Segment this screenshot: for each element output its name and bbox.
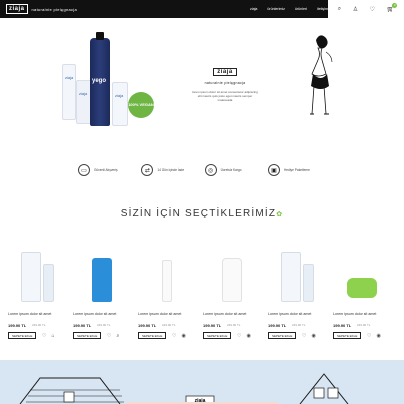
- nav-item-urunleri[interactable]: ürünleri: [295, 7, 307, 11]
- heart-icon[interactable]: ♡: [172, 333, 176, 339]
- heart-icon[interactable]: ♡: [367, 333, 371, 339]
- heart-icon[interactable]: ♡: [107, 333, 111, 339]
- hero-logo: ziaja: [213, 68, 237, 76]
- heart-icon[interactable]: ♡: [302, 333, 306, 339]
- heart-icon[interactable]: ♡: [370, 6, 375, 13]
- search-icon[interactable]: ⌕: [116, 333, 119, 339]
- product-image[interactable]: [268, 240, 326, 302]
- heart-icon[interactable]: ♡: [42, 333, 46, 339]
- product-old-price: 249.90 TL: [357, 323, 371, 327]
- hero-tube-3: ziaja: [112, 82, 128, 126]
- product-image[interactable]: [73, 240, 131, 302]
- product-name[interactable]: Lorem ipsum dolor sit amet: [203, 312, 261, 316]
- product-price: 199.90 TL: [203, 323, 222, 328]
- nav-item-iletisim[interactable]: iletişim: [317, 7, 328, 11]
- add-to-cart-button[interactable]: SEPETE EKLE: [203, 332, 232, 339]
- product-price: 199.90 TL: [268, 323, 287, 328]
- eye-icon[interactable]: ◉: [246, 333, 250, 339]
- header-logo[interactable]: ziaja: [6, 4, 28, 14]
- user-icon[interactable]: ♙: [353, 6, 358, 13]
- main-nav: ziaja ürünlerimiz ürünleri iletişim: [250, 0, 328, 18]
- add-to-cart-button[interactable]: SEPETE EKLE: [73, 332, 102, 339]
- bottom-banner: ziaja: [0, 360, 404, 404]
- product-image[interactable]: [8, 240, 66, 302]
- product-actions: ♡ ◉: [302, 333, 316, 339]
- add-to-cart-button[interactable]: SEPETE EKLE: [268, 332, 297, 339]
- truck-icon: ⇄: [141, 164, 154, 176]
- heart-icon[interactable]: ♡: [237, 333, 241, 339]
- product-price: 199.90 TL: [138, 323, 157, 328]
- eye-icon[interactable]: ◉: [311, 333, 315, 339]
- leaf-icon: ✿: [276, 211, 284, 218]
- feature-item: ▣ Hediye Paketleme: [267, 160, 328, 180]
- product-actions: ♡ ◉: [172, 333, 186, 339]
- product-image[interactable]: [333, 240, 391, 302]
- product-card[interactable]: Lorem ipsum dolor sit amet 199.90 TL 249…: [8, 240, 66, 348]
- product-old-price: 249.90 TL: [292, 323, 306, 327]
- page: ziaja naturalnie pielęgnacja ziaja ürünl…: [0, 0, 404, 404]
- header-tagline: naturalnie pielęgnacja: [31, 6, 78, 12]
- add-to-cart-button[interactable]: SEPETE EKLE: [138, 332, 167, 339]
- product-name[interactable]: Lorem ipsum dolor sit amet: [73, 312, 131, 316]
- product-name[interactable]: Lorem ipsum dolor sit amet: [268, 312, 326, 316]
- search-icon[interactable]: ⌕: [338, 6, 341, 13]
- product-price: 199.90 TL: [333, 323, 352, 328]
- hero-description: lorem ipsum dolor sit amet consectetur a…: [192, 90, 258, 102]
- nav-item-ziaja[interactable]: ziaja: [250, 7, 257, 11]
- feature-item: ◎ Ücretsiz Kargo: [204, 160, 265, 180]
- product-grid: Lorem ipsum dolor sit amet 199.90 TL 249…: [8, 240, 404, 350]
- balloon-icon: ◎: [204, 164, 217, 176]
- eye-icon[interactable]: ◉: [181, 333, 185, 339]
- product-name[interactable]: Lorem ipsum dolor sit amet: [8, 312, 66, 316]
- product-old-price: 249.90 TL: [32, 323, 46, 327]
- hero-bottle: yego: [90, 32, 110, 126]
- add-to-cart-button[interactable]: SEPETE EKLE: [333, 332, 362, 339]
- product-old-price: 249.90 TL: [227, 323, 241, 327]
- add-to-cart-button[interactable]: SEPETE EKLE: [8, 332, 37, 339]
- eye-icon[interactable]: ◉: [376, 333, 380, 339]
- product-image[interactable]: [203, 240, 261, 302]
- product-old-price: 249.90 TL: [162, 323, 176, 327]
- houses-illustration: ziaja: [19, 373, 349, 404]
- hero-product-image: ziaja ziaja yego ziaja 100% VEGAN: [48, 32, 158, 136]
- product-card[interactable]: Lorem ipsum dolor sit amet 199.90 TL 249…: [138, 240, 196, 348]
- cart-icon[interactable]: 🛒︎ 0: [387, 2, 398, 13]
- vegan-badge: 100% VEGAN: [128, 92, 154, 118]
- hero-text: ziaja naturalnie pielęgnacja lorem ipsum…: [190, 60, 260, 102]
- product-image[interactable]: [138, 240, 196, 302]
- product-actions: ♡ ◉: [237, 333, 251, 339]
- section-title: SİZİN İÇİN SEÇTİKLERİMİZ✿: [120, 208, 284, 219]
- product-old-price: 249.90 TL: [97, 323, 111, 327]
- features-row: ▭ Güvenli Alışveriş ⇄ 14 Gün içinde İade…: [78, 160, 328, 180]
- product-name[interactable]: Lorem ipsum dolor sit amet: [333, 312, 391, 316]
- feature-item: ▭ Güvenli Alışveriş: [78, 160, 138, 180]
- feature-item: ⇄ 14 Gün içinde İade: [141, 160, 201, 180]
- hero-banner: ziaja ziaja yego ziaja 100% VEGAN ziaja …: [0, 18, 404, 133]
- gift-icon: ▣: [267, 164, 280, 176]
- hero-tube-1: ziaja: [62, 64, 76, 120]
- fashion-illustration: [310, 35, 333, 115]
- product-card[interactable]: Lorem ipsum dolor sit amet 199.90 TL 249…: [73, 240, 131, 348]
- product-actions: ♡ ⌕: [107, 333, 119, 339]
- product-price: 199.90 TL: [73, 323, 92, 328]
- product-actions: ♡ ⌂: [42, 333, 55, 339]
- hero-subtitle: naturalnie pielęgnacja: [204, 81, 246, 85]
- product-actions: ♡ ◉: [367, 333, 381, 339]
- wallet-icon: ▭: [78, 164, 90, 176]
- cart-icon[interactable]: ⌂: [51, 333, 54, 339]
- header-icons: ⌕ ♙ ♡ 🛒︎ 0: [328, 0, 404, 18]
- product-card[interactable]: Lorem ipsum dolor sit amet 199.90 TL 249…: [268, 240, 326, 348]
- product-card[interactable]: Lorem ipsum dolor sit amet 199.90 TL 249…: [333, 240, 391, 348]
- nav-item-urunlerimiz[interactable]: ürünlerimiz: [267, 7, 285, 11]
- product-card[interactable]: Lorem ipsum dolor sit amet 199.90 TL 249…: [203, 240, 261, 348]
- product-name[interactable]: Lorem ipsum dolor sit amet: [138, 312, 196, 316]
- cart-count-badge: 0: [392, 2, 398, 8]
- product-price: 199.90 TL: [8, 323, 27, 328]
- top-bar: ziaja naturalnie pielęgnacja ziaja ürünl…: [0, 0, 404, 18]
